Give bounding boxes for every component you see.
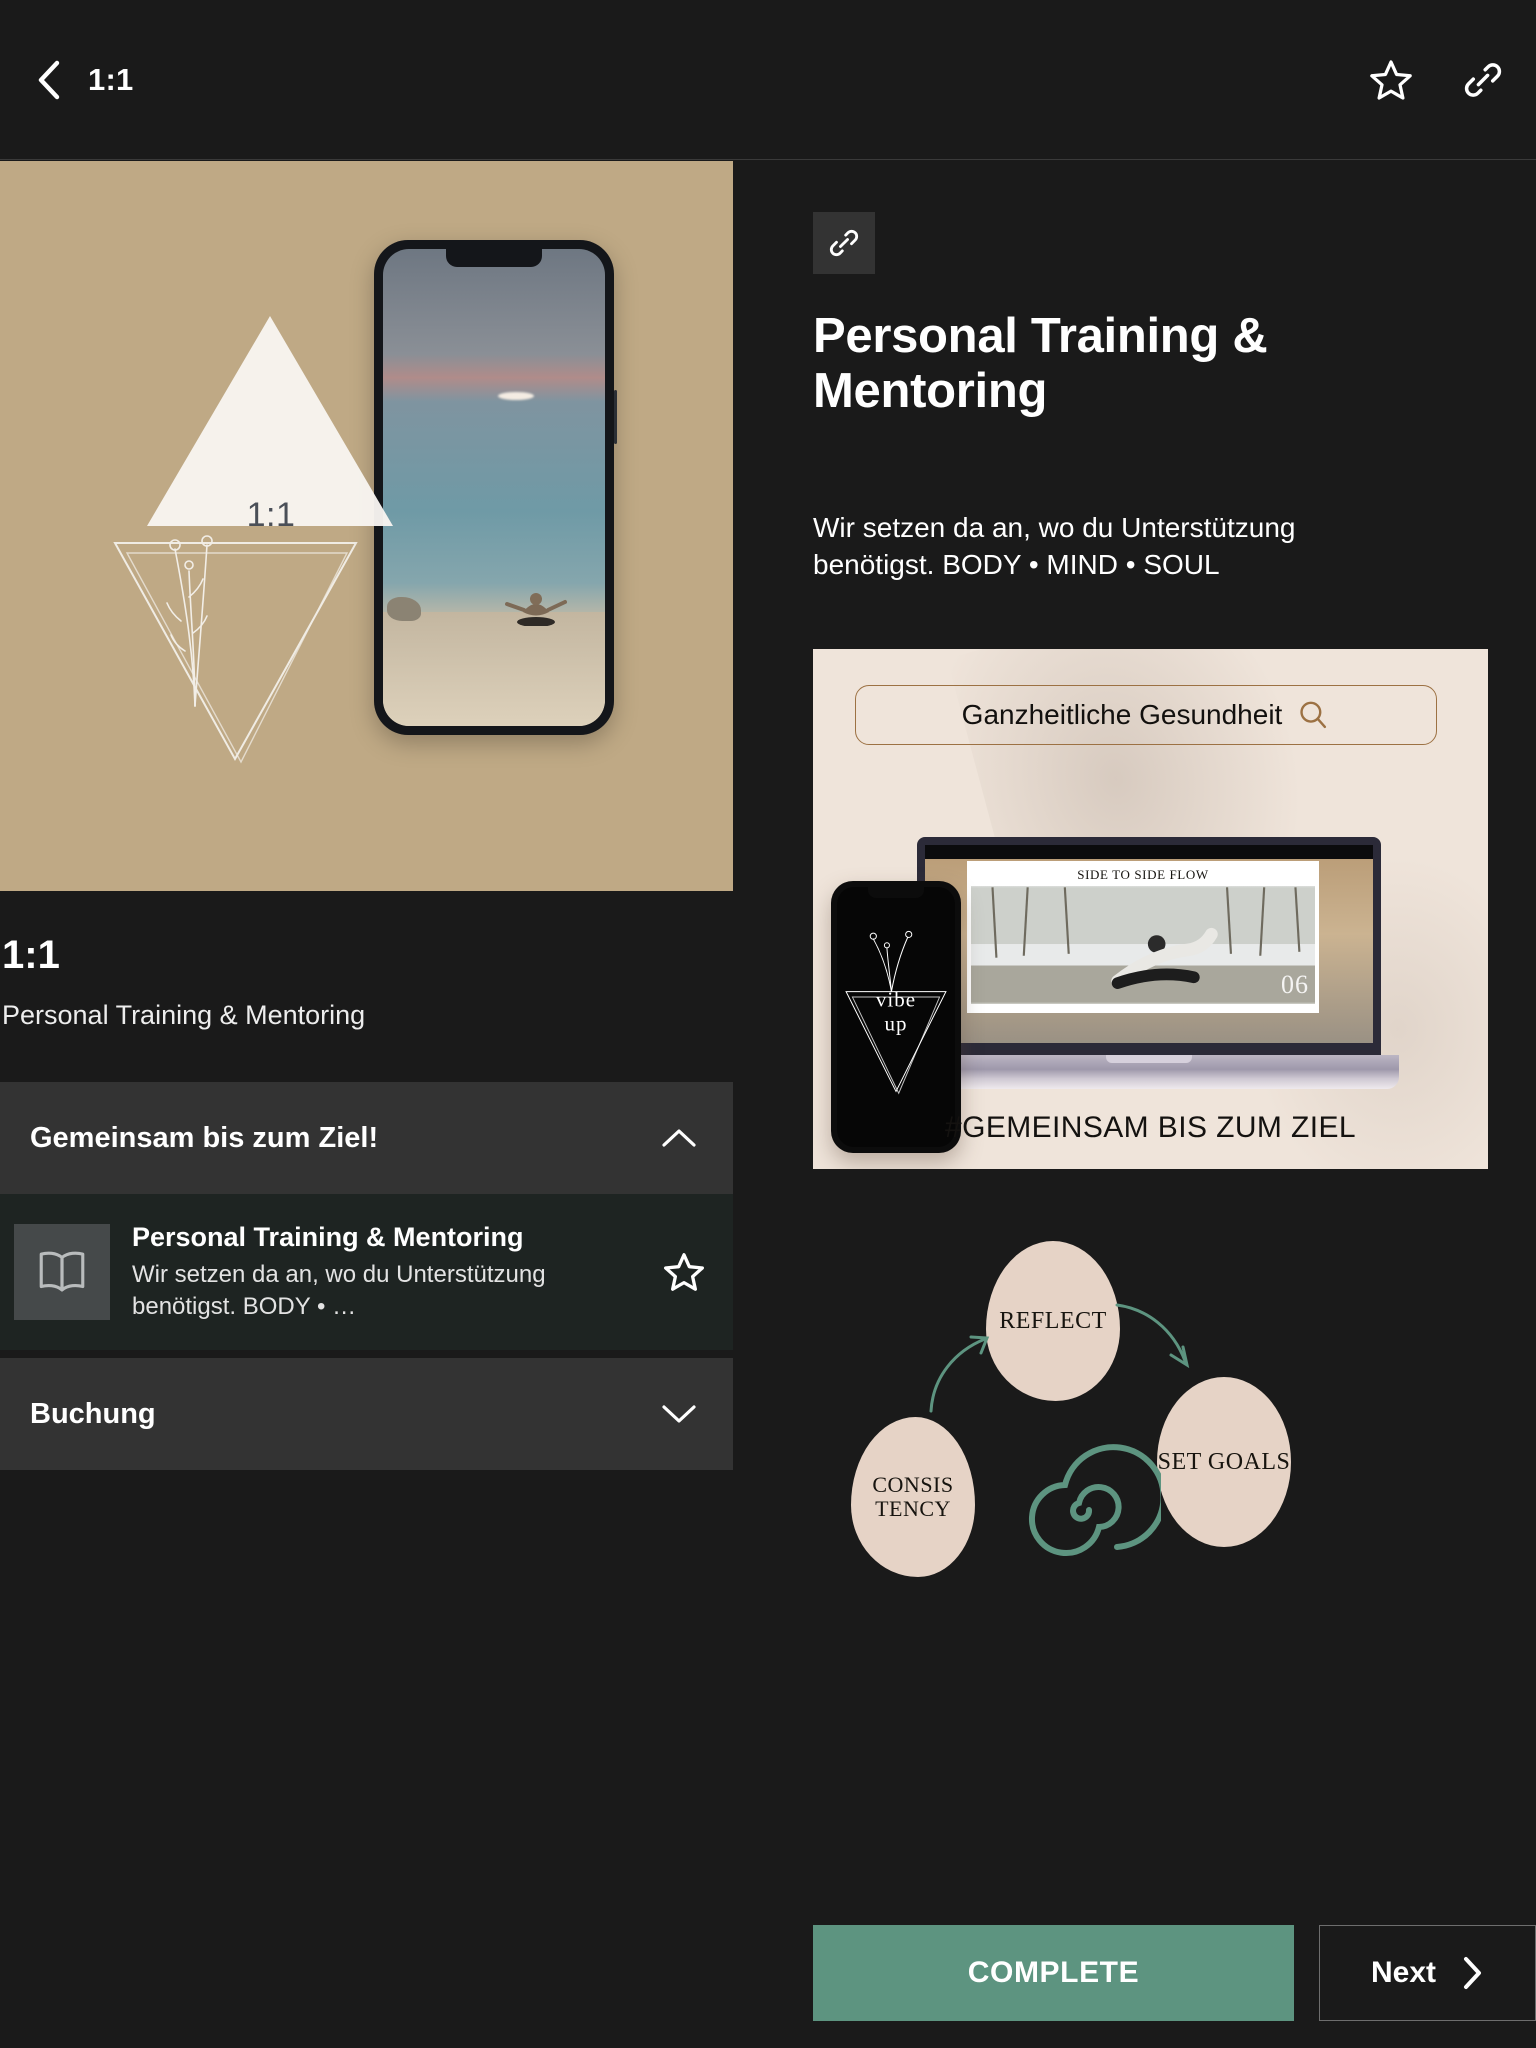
link-icon (1464, 63, 1502, 97)
cycle-arrow-left-icon (929, 1335, 990, 1413)
beach-sand (383, 611, 605, 726)
chevron-down-icon (662, 1405, 696, 1423)
hero-image: 1:1 (0, 161, 733, 891)
triangle-solid-decoration (147, 316, 393, 526)
chevron-left-icon (38, 60, 60, 99)
yoga-photo-illustration (971, 887, 1315, 1003)
laptop-screen-topbar (925, 845, 1373, 860)
app-root: 1:1 1:1 1:1 Personal Training & Mentorin… (0, 0, 1536, 2048)
promo-phone-logo-text: vibe up (875, 987, 917, 1036)
back-button[interactable] (18, 49, 80, 111)
rock (387, 597, 421, 622)
detail-panel: Personal Training & Mentoring Wir setzen… (813, 161, 1536, 2048)
list-item[interactable]: Personal Training & Mentoring Wir setzen… (0, 1194, 733, 1350)
copy-link-button[interactable] (1456, 53, 1510, 107)
cycle-node-set-goals: SET GOALS (1157, 1377, 1291, 1548)
top-bar-actions (1364, 0, 1510, 160)
complete-button[interactable]: COMPLETE (813, 1925, 1294, 2021)
chevron-up-icon (662, 1129, 696, 1147)
triangle-outline-decoration (113, 542, 358, 764)
promo-image: Ganzheitliche Gesundheit SIDE TO SIDE FL… (813, 649, 1488, 1170)
laptop-mockup: SIDE TO SIDE FLOW 06 (899, 837, 1399, 1107)
cycle-node-reflect: REFLECT (986, 1241, 1120, 1402)
cycle-diagram: REFLECT SET GOALS CONSIS TENCY (813, 1237, 1536, 1578)
laptop-notch (1106, 1055, 1192, 1064)
action-bar: COMPLETE Next (813, 1925, 1536, 2021)
cycle-arrow-right-icon (1115, 1303, 1190, 1369)
left-column: 1:1 1:1 Personal Training & Mentoring Ge… (0, 161, 733, 2048)
accordion-label: Buchung (30, 1397, 156, 1430)
promo-search-pill: Ganzheitliche Gesundheit (855, 685, 1437, 746)
person-silhouette (505, 592, 568, 626)
list-item-description: Wir setzen da an, wo du Unterstützung be… (132, 1260, 546, 1320)
detail-description: Wir setzen da an, wo du Unterstützung be… (813, 511, 1296, 580)
laptop-photo: 06 (971, 886, 1315, 1005)
phone-notch (446, 249, 542, 267)
promo-search-text: Ganzheitliche Gesundheit (961, 699, 1283, 731)
phone-screen-image (383, 249, 605, 726)
laptop-slide-number: 06 (1281, 970, 1309, 1000)
spiral-decoration (1028, 1444, 1161, 1557)
star-icon (664, 1253, 704, 1291)
cycle-node-consistency: CONSIS TENCY (851, 1417, 975, 1578)
next-button[interactable]: Next (1319, 1925, 1536, 2021)
accordion-section-buchung[interactable]: Buchung (0, 1358, 733, 1470)
laptop-screen: SIDE TO SIDE FLOW 06 (925, 845, 1373, 1044)
favorite-button[interactable] (1364, 53, 1418, 107)
detail-link-button[interactable] (813, 212, 875, 274)
accordion-label: Gemeinsam bis zum Ziel! (30, 1121, 379, 1154)
list-item-favorite-button[interactable] (661, 1249, 707, 1295)
star-icon (1370, 60, 1412, 100)
detail-title: Personal Training & Mentoring (813, 309, 1268, 418)
left-subtitle: Personal Training & Mentoring (2, 1000, 366, 1030)
top-bar: 1:1 (0, 0, 1536, 160)
list-item-title: Personal Training & Mentoring (132, 1221, 524, 1252)
promo-tagline: #GEMEINSAM BIS ZUM ZIEL (945, 1111, 1356, 1145)
phone-mockup (374, 240, 617, 735)
sun-glint (498, 392, 535, 401)
link-icon (829, 229, 859, 257)
phone-side-button (614, 390, 617, 444)
hero-ratio-label: 1:1 (246, 496, 296, 534)
chevron-right-icon (1464, 1957, 1482, 1989)
search-icon (1300, 701, 1327, 729)
next-button-label: Next (1370, 1956, 1437, 1989)
promo-phone-screen: vibe up (837, 887, 955, 1148)
laptop-caption: SIDE TO SIDE FLOW (1077, 867, 1209, 883)
logo-line-1: vibe (875, 987, 917, 1012)
page-title: 1:1 (88, 61, 134, 97)
left-title: 1:1 (2, 933, 60, 977)
laptop-screen-card: SIDE TO SIDE FLOW 06 (967, 861, 1319, 1014)
list-item-text: Personal Training & Mentoring Wir setzen… (132, 1222, 639, 1322)
list-item-thumbnail (14, 1224, 110, 1320)
accordion-section-gemeinsam[interactable]: Gemeinsam bis zum Ziel! (0, 1082, 733, 1194)
laptop-lid: SIDE TO SIDE FLOW 06 (917, 837, 1381, 1056)
book-icon (39, 1251, 85, 1292)
logo-line-2: up (884, 1011, 908, 1036)
